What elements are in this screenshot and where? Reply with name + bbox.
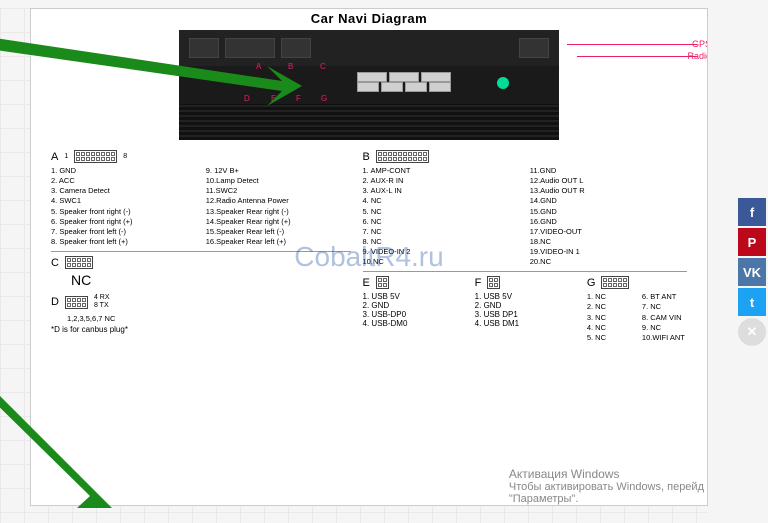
section-D: D 4 RX 8 TX 1,2,3,5,6,7 NC *D is for can… [51, 294, 351, 334]
pins-B: 1. AMP-CONT2. AUX-R IN3. AUX-L IN4. NC5.… [363, 166, 687, 267]
section-B: B 1. AMP-CONT2. AUX-R IN3. AUX-L IN4. NC… [363, 150, 687, 272]
windows-activation-notice: Активация Windows Чтобы активировать Win… [509, 467, 704, 505]
arrow-bottom [0, 378, 112, 508]
page-title: Car Navi Diagram [51, 11, 687, 26]
pins-G: 1. NC2. NC3. NC4. NC5. NC6. BT ANT7. NC8… [587, 292, 687, 343]
pins-F: 1. USB 5V2. GND3. USB DP14. USB DM1 [475, 292, 575, 328]
share-pinterest[interactable]: P [738, 228, 766, 256]
section-F: F 1. USB 5V2. GND3. USB DP14. USB DM1 [475, 276, 575, 343]
pins-A: 1. GND2. ACC3. Camera Detect4. SWC15. Sp… [51, 166, 351, 247]
arrow-top [0, 36, 302, 106]
pins-E: 1. USB 5V2. GND3. USB-DP04. USB-DM0 [363, 292, 463, 328]
section-C: C NC [51, 256, 93, 288]
canbus-footnote: *D is for canbus plug* [51, 325, 351, 334]
pinout-grid: A 1 8 1. GND2. ACC3. Camera Detect4. SWC… [51, 150, 687, 343]
section-A: A 1 8 1. GND2. ACC3. Camera Detect4. SWC… [51, 150, 351, 252]
share-close[interactable]: ✕ [738, 318, 766, 346]
share-twitter[interactable]: t [738, 288, 766, 316]
section-E: E 1. USB 5V2. GND3. USB-DP04. USB-DM0 [363, 276, 463, 343]
nc-label: NC [71, 272, 93, 288]
section-G: G 1. NC2. NC3. NC4. NC5. NC6. BT ANT7. N… [587, 276, 687, 343]
social-sidebar: f P VK t ✕ [738, 198, 768, 346]
share-facebook[interactable]: f [738, 198, 766, 226]
share-vk[interactable]: VK [738, 258, 766, 286]
